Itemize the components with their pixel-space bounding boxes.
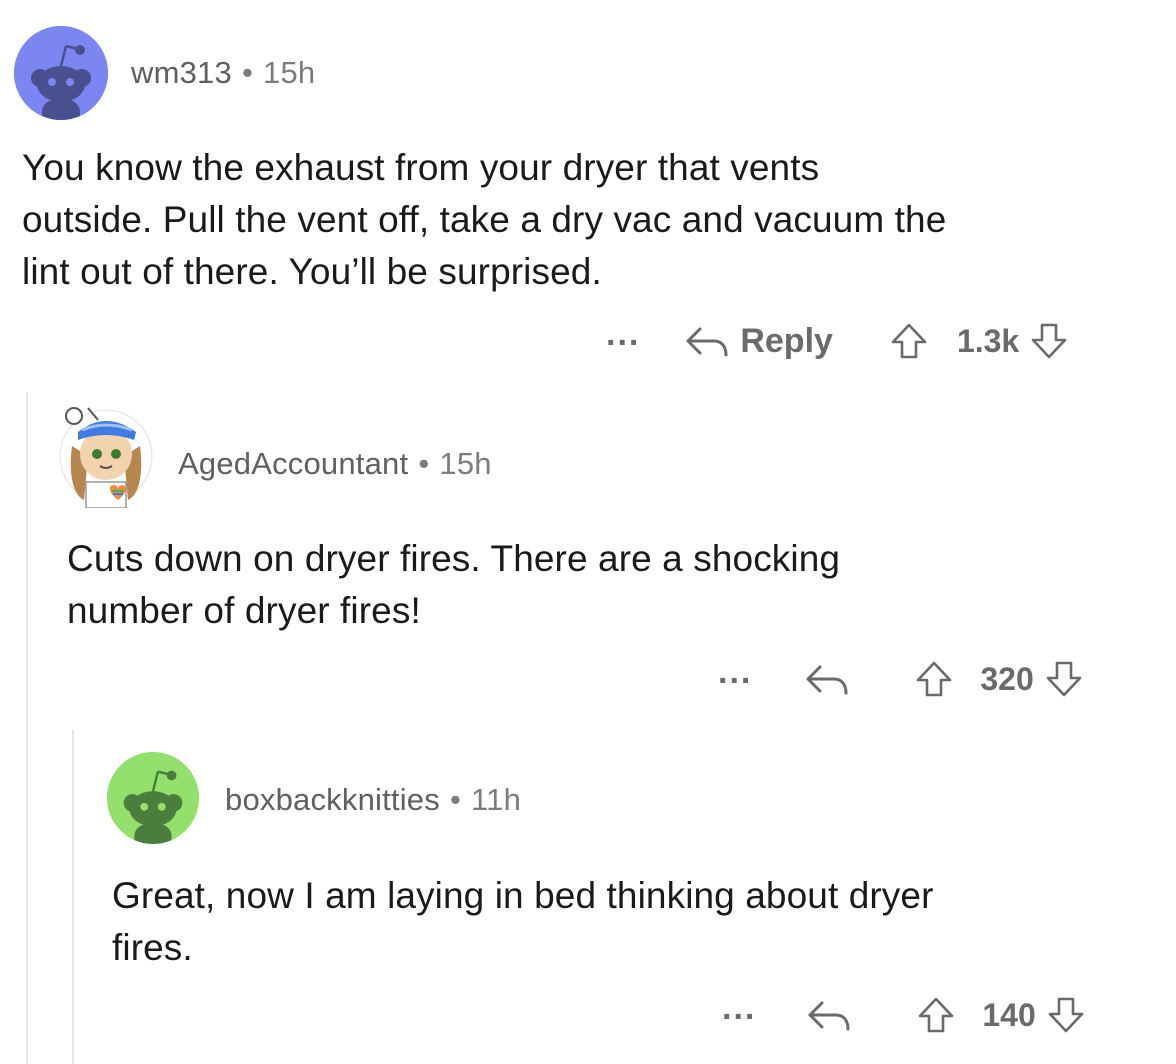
username-link[interactable]: boxbackknitties <box>225 782 440 817</box>
more-options-icon[interactable]: ... <box>722 991 756 1025</box>
reply-label: Reply <box>740 321 833 360</box>
upvote-arrow-icon[interactable] <box>914 659 954 699</box>
avatar[interactable] <box>14 26 108 120</box>
comment-body: You know the exhaust from your dryer tha… <box>22 142 946 298</box>
reply-button[interactable]: Reply <box>684 322 833 361</box>
comment-actions: ... Reply 1.3k <box>606 316 1069 366</box>
snoo-avatar-icon <box>14 26 108 120</box>
upvote-arrow-icon[interactable] <box>916 995 956 1035</box>
comment-line: lint out of there. You’ll be surprised. <box>22 251 602 292</box>
reply-arrow-icon <box>808 1001 850 1031</box>
vote-score: 320 <box>980 660 1034 697</box>
comment-actions: ... 320 <box>718 654 1084 704</box>
comment-agedaccountant: AgedAccountant • 15h Cuts down on dryer fi… <box>0 390 1176 730</box>
comment-line: Cuts down on dryer fires. There are a sh… <box>67 538 841 579</box>
snoo-avatar-icon <box>107 752 199 844</box>
user-avatar-icon <box>58 396 154 508</box>
separator-dot: • <box>418 446 430 481</box>
upvote-arrow-icon[interactable] <box>889 321 929 361</box>
separator-dot: • <box>241 55 253 90</box>
comment-meta: boxbackknitties • 11h <box>225 782 521 818</box>
timestamp: 11h <box>471 782 522 817</box>
separator-dot: • <box>449 782 462 817</box>
comment-meta: AgedAccountant • 15h <box>178 446 492 482</box>
avatar[interactable] <box>58 396 154 508</box>
reply-button[interactable] <box>806 997 854 1033</box>
comment-body: Cuts down on dryer fires. There are a sh… <box>67 533 840 637</box>
comment-body: Great, now I am laying in bed thinking a… <box>112 870 934 974</box>
vote-score: 140 <box>982 996 1036 1033</box>
comment-actions: ... 140 <box>722 990 1086 1040</box>
comment-line: You know the exhaust from your dryer tha… <box>22 147 820 188</box>
comment-line: fires. <box>112 927 193 968</box>
reply-arrow-icon <box>686 327 728 357</box>
more-options-icon[interactable]: ... <box>606 317 640 351</box>
downvote-arrow-icon[interactable] <box>1044 659 1084 699</box>
reply-arrow-icon <box>806 665 848 695</box>
reply-button[interactable] <box>804 661 852 697</box>
avatar[interactable] <box>107 752 199 844</box>
comment-line: Great, now I am laying in bed thinking a… <box>112 875 934 916</box>
vote-score: 1.3k <box>956 322 1020 359</box>
username-link[interactable]: AgedAccountant <box>178 446 408 481</box>
comment-line: number of dryer fires! <box>67 590 421 631</box>
downvote-arrow-icon[interactable] <box>1046 995 1086 1035</box>
timestamp: 15h <box>439 446 492 481</box>
comment-meta: wm313 • 15h <box>131 55 315 91</box>
timestamp: 15h <box>263 55 316 90</box>
downvote-arrow-icon[interactable] <box>1029 321 1069 361</box>
username-link[interactable]: wm313 <box>131 55 232 90</box>
comment-line: outside. Pull the vent off, take a dry v… <box>22 199 947 240</box>
comment-wm313: wm313 • 15h You know the exhaust from your… <box>0 0 1176 390</box>
more-options-icon[interactable]: ... <box>718 655 752 689</box>
comment-boxbackknitties: boxbackknitties • 11h Great, now I am layi… <box>0 730 1176 1064</box>
